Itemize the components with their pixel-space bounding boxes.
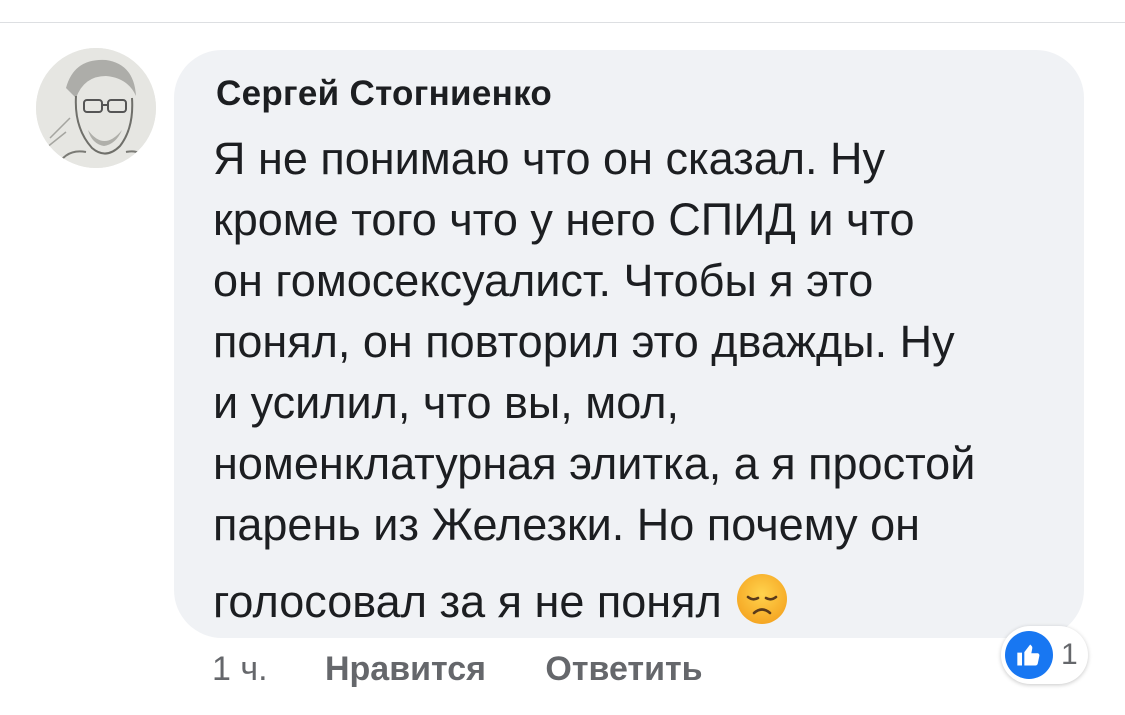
comment-author-name[interactable]: Сергей Стогниенко — [216, 74, 552, 114]
like-reaction-icon — [1005, 631, 1053, 679]
comment-text-line: он гомосексуалист. Чтобы я это — [213, 255, 874, 306]
reaction-summary[interactable]: 1 — [1001, 626, 1088, 684]
comment-text-line: парень из Железки. Но почему он — [213, 499, 921, 550]
reply-button[interactable]: Ответить — [545, 650, 702, 688]
top-divider — [0, 22, 1125, 23]
comment-text: Я не понимаю что он сказал. Ну кроме тог… — [213, 128, 1073, 632]
reaction-count: 1 — [1061, 638, 1078, 671]
avatar[interactable] — [36, 48, 156, 168]
comment-text-line: номенклатурная элитка, а я простой — [213, 438, 976, 489]
comment-actions: 1 ч. Нравится Ответить — [212, 650, 753, 689]
like-button[interactable]: Нравится — [325, 650, 486, 688]
comment-text-line: Я не понимаю что он сказал. Ну — [213, 133, 886, 184]
comment-text-last-line: голосовал за я не понял — [213, 571, 1073, 632]
comment-text-line: и усилил, что вы, мол, — [213, 377, 679, 428]
comment-text-line: голосовал за я не понял — [213, 576, 722, 627]
avatar-sketch-image — [36, 48, 156, 168]
comment-text-line: кроме того что у него СПИД и что — [213, 194, 915, 245]
disappointed-face-icon — [736, 574, 787, 624]
thumbs-up-icon — [1017, 644, 1040, 666]
comment-text-line: понял, он повторил это дважды. Ну — [213, 316, 955, 367]
comment-timestamp[interactable]: 1 ч. — [212, 650, 268, 688]
